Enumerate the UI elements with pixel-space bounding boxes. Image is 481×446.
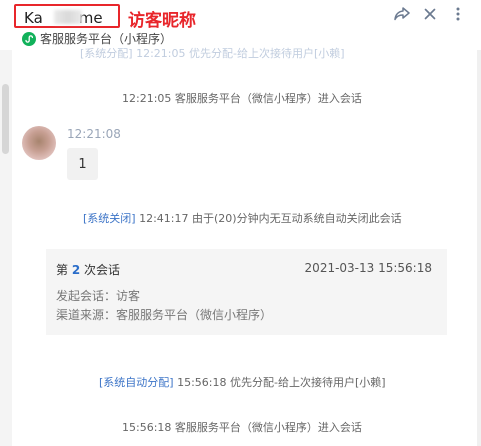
session-channel: 渠道来源：客服服务平台（微信小程序） xyxy=(56,308,273,322)
more-icon[interactable] xyxy=(449,5,467,23)
visitor-name-end: me xyxy=(78,9,103,27)
system-message-enter-2: 15:56:18 客服服务平台（微信小程序）进入会话 xyxy=(122,421,362,434)
system-assign-text: 15:56:18 优先分配-给上次接待用户[小赖] xyxy=(173,376,386,389)
wechat-miniprogram-icon xyxy=(22,31,36,46)
left-scrollbar[interactable] xyxy=(0,50,12,446)
visitor-name-highlight: Ka me xyxy=(14,4,120,28)
right-scrollbar[interactable] xyxy=(477,50,481,446)
visitor-nickname-annotation: 访客昵称 xyxy=(128,11,196,31)
session-number: 2 xyxy=(71,263,81,277)
system-message-close: [系统关闭] 12:41:17 由于(20)分钟内无互动系统自动关闭此会话 xyxy=(83,210,402,226)
message-text: 1 xyxy=(78,156,87,172)
close-icon[interactable] xyxy=(421,5,439,23)
session-date: 2021-03-13 15:56:18 xyxy=(304,261,432,275)
session-title-prefix: 第 xyxy=(56,263,72,277)
system-close-text: 12:41:17 由于(20)分钟内无互动系统自动关闭此会话 xyxy=(135,212,402,225)
partially-hidden-system-message: [系统分配] 12:21:05 优先分配-给上次接待用户[小赖] xyxy=(80,47,345,60)
session-title: 第 2 次会话 xyxy=(56,261,120,278)
session-initiator: 发起会话：访客 xyxy=(56,289,141,303)
message-bubble: 1 xyxy=(67,148,98,180)
name-redaction xyxy=(54,10,82,24)
header-actions xyxy=(393,5,467,23)
system-assign-tag[interactable]: [系统自动分配] xyxy=(99,376,174,389)
system-close-tag[interactable]: [系统关闭] xyxy=(83,212,136,225)
visitor-name-start: Ka xyxy=(24,9,43,27)
message-time: 12:21:08 xyxy=(67,127,121,141)
session-title-suffix: 次会话 xyxy=(80,263,121,277)
visitor-avatar[interactable] xyxy=(22,126,56,160)
system-message-assign: [系统自动分配] 15:56:18 优先分配-给上次接待用户[小赖] xyxy=(99,374,386,390)
session-card: 第 2 次会话 2021-03-13 15:56:18 发起会话：访客 渠道来源… xyxy=(46,249,447,335)
chat-header: Ka me 访客昵称 客服服务平台（小程序） xyxy=(0,0,481,50)
left-scrollbar-thumb[interactable] xyxy=(2,84,9,154)
system-message-enter: 12:21:05 客服服务平台（微信小程序）进入会话 xyxy=(122,92,362,105)
share-icon[interactable] xyxy=(393,5,411,23)
